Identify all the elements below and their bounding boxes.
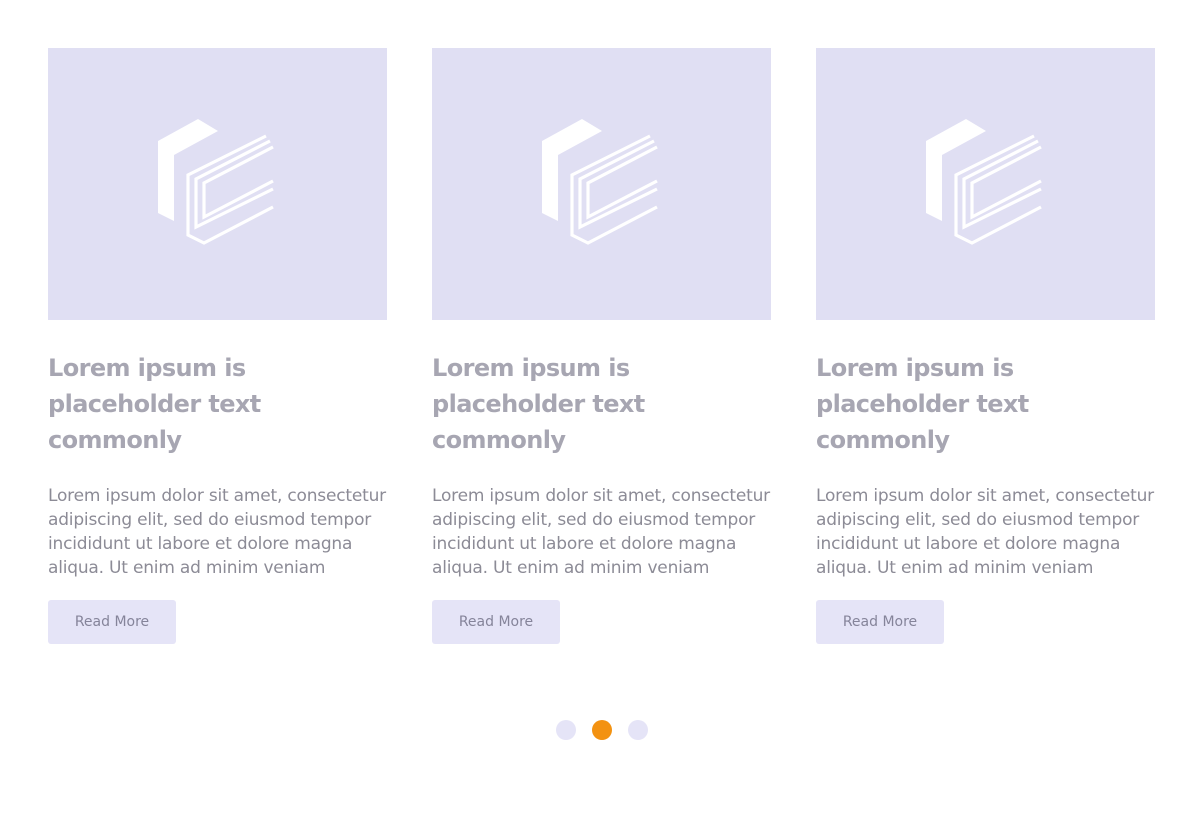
- placeholder-logo-icon: [541, 119, 658, 245]
- carousel-pagination: [556, 720, 648, 740]
- pagination-dot-1[interactable]: [556, 720, 576, 740]
- pagination-dot-2-active[interactable]: [592, 720, 612, 740]
- card-2: Lorem ipsum is placeholder text commonly…: [432, 48, 771, 644]
- card-description: Lorem ipsum dolor sit amet, consectetur …: [48, 486, 386, 578]
- read-more-button[interactable]: Read More: [48, 600, 176, 644]
- card-1: Lorem ipsum is placeholder text commonly…: [48, 48, 387, 644]
- read-more-button[interactable]: Read More: [432, 600, 560, 644]
- pagination-dot-3[interactable]: [628, 720, 648, 740]
- card-image-placeholder: [432, 48, 771, 320]
- placeholder-logo-icon: [925, 119, 1042, 245]
- card-3: Lorem ipsum is placeholder text commonly…: [816, 48, 1155, 644]
- card-title: Lorem ipsum is placeholder text commonly: [48, 354, 261, 454]
- card-title: Lorem ipsum is placeholder text commonly: [816, 354, 1029, 454]
- read-more-button[interactable]: Read More: [816, 600, 944, 644]
- card-title: Lorem ipsum is placeholder text commonly: [432, 354, 645, 454]
- card-carousel: Lorem ipsum is placeholder text commonly…: [48, 48, 1155, 644]
- placeholder-logo-icon: [157, 119, 274, 245]
- card-description: Lorem ipsum dolor sit amet, consectetur …: [816, 486, 1154, 578]
- card-image-placeholder: [48, 48, 387, 320]
- card-description: Lorem ipsum dolor sit amet, consectetur …: [432, 486, 770, 578]
- card-image-placeholder: [816, 48, 1155, 320]
